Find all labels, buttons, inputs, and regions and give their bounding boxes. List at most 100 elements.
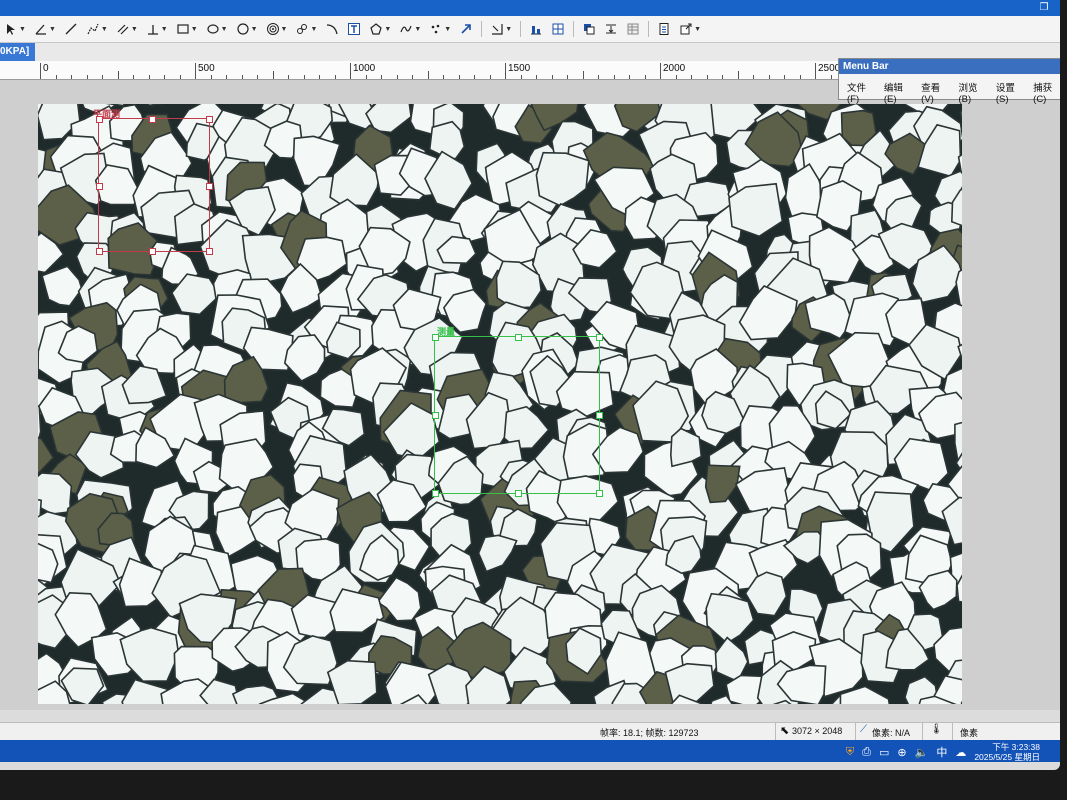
perpendicular-tool-button[interactable]: ▼ <box>144 20 170 38</box>
concentric-tool-button[interactable]: ▼ <box>264 20 290 38</box>
ruler-tick <box>691 75 692 79</box>
polygon-icon <box>370 23 383 35</box>
roi-handle[interactable] <box>432 490 439 497</box>
menu-browse[interactable]: 浏览(B) <box>959 80 988 105</box>
clock-date: 2025/5/25 星期日 <box>974 752 1040 762</box>
ruler-tick <box>458 75 460 79</box>
status-divider <box>775 723 776 741</box>
battery-icon[interactable]: ▭ <box>879 746 889 759</box>
ruler-tick <box>319 75 320 79</box>
calibration-icon <box>492 24 503 35</box>
floating-menu-bar[interactable]: Menu Bar 文件(F) 编辑(E) 查看(V) 浏览(B) 设置(S) 捕… <box>838 58 1060 105</box>
menu-bar-title[interactable]: Menu Bar <box>839 59 1060 74</box>
ruler-tick <box>505 63 506 79</box>
ruler-tick <box>40 63 41 79</box>
circle-icon <box>236 23 249 35</box>
pointer-tool-button[interactable]: ▼ <box>2 20 28 38</box>
ruler-label: 1000 <box>353 63 376 74</box>
polyline-tool-button[interactable]: ▼ <box>84 20 110 38</box>
roi-handle[interactable] <box>596 334 603 341</box>
table-button[interactable] <box>624 20 642 38</box>
roi-handle[interactable] <box>149 248 156 255</box>
speaker-icon[interactable]: 🔈 <box>915 746 929 759</box>
ruler-tick <box>644 75 646 79</box>
roi-handle[interactable] <box>432 412 439 419</box>
roi-handle[interactable] <box>149 116 156 123</box>
arrow-tool-button[interactable] <box>457 20 475 38</box>
roi-handle[interactable] <box>96 116 103 123</box>
menu-view[interactable]: 查看(V) <box>921 80 950 105</box>
ruler-tick <box>55 75 57 79</box>
roi-handle[interactable] <box>206 116 213 123</box>
roi-handle[interactable] <box>206 183 213 190</box>
restore-icon[interactable]: ❐ <box>1038 2 1050 13</box>
ruler-tick <box>303 75 305 79</box>
roi-handle[interactable] <box>515 334 522 341</box>
micrograph-image[interactable]: 平面测 测量 <box>38 104 962 704</box>
cloud-icon[interactable]: ☁ <box>955 746 966 759</box>
ruler-tick <box>536 75 537 79</box>
toolbar-separator <box>648 21 650 37</box>
roi-handle[interactable] <box>515 490 522 497</box>
perpendicular-icon <box>147 25 158 35</box>
roi-handle[interactable] <box>596 412 603 419</box>
line-tool-button[interactable] <box>62 20 80 38</box>
grid-icon <box>552 23 564 35</box>
export-button[interactable]: ▼ <box>677 20 703 38</box>
roi-handle[interactable] <box>96 248 103 255</box>
distribute-button[interactable] <box>602 20 620 38</box>
menu-settings[interactable]: 设置(S) <box>996 80 1025 105</box>
text-tool-button[interactable] <box>345 20 363 38</box>
ellipse-tool-button[interactable]: ▼ <box>204 20 230 38</box>
ime-indicator[interactable]: 中 <box>936 744 947 760</box>
align-bottom-button[interactable] <box>527 20 545 38</box>
grid-button[interactable] <box>549 20 567 38</box>
angle-tool-button[interactable]: ▼ <box>32 20 58 38</box>
ruler-tick <box>381 75 382 79</box>
ruler-tick <box>427 71 429 79</box>
document-tab[interactable]: 0KPA] <box>0 43 36 61</box>
arc-tool-button[interactable] <box>323 20 341 38</box>
circle-tool-button[interactable]: ▼ <box>234 20 260 38</box>
menu-edit[interactable]: 编辑(E) <box>884 80 913 105</box>
globe-icon[interactable]: ⊕ <box>897 746 906 759</box>
roi-handle[interactable] <box>432 334 439 341</box>
rectangle-tool-button[interactable]: ▼ <box>174 20 200 38</box>
menu-file[interactable]: 文件(F) <box>847 80 876 105</box>
roi-rectangle-red[interactable]: 平面测 <box>93 109 213 255</box>
ruler-tick <box>443 75 444 79</box>
ruler-tick <box>675 75 677 79</box>
ruler-tick <box>241 75 243 79</box>
ellipse-icon <box>207 24 219 34</box>
menu-capture[interactable]: 捕获(C) <box>1033 80 1060 105</box>
ruler-tick <box>489 75 491 79</box>
calibration-tool-button[interactable]: ▼ <box>488 20 514 38</box>
roi-handle[interactable] <box>596 490 603 497</box>
parallel-tool-button[interactable]: ▼ <box>114 20 140 38</box>
rectangle-icon <box>177 24 189 34</box>
pointer-icon <box>7 24 15 35</box>
report-button[interactable] <box>655 20 673 38</box>
ruler-tick <box>520 75 522 79</box>
ruler-tick <box>334 75 336 79</box>
clock[interactable]: 下午 3:23:38 2025/5/25 星期日 <box>974 742 1040 762</box>
polygon-tool-button[interactable]: ▼ <box>367 20 393 38</box>
ruler-tick <box>257 75 258 79</box>
link-tool-button[interactable]: ▼ <box>293 20 319 38</box>
roi-handle[interactable] <box>96 183 103 190</box>
cursor-icon: ⬉ <box>780 725 790 737</box>
roi-rectangle-green[interactable]: 测量 <box>432 327 603 497</box>
count-tool-button[interactable]: ▼ <box>427 20 453 38</box>
status-unit[interactable]: 像素 <box>960 726 978 739</box>
text-icon <box>348 23 361 35</box>
ruler-tick <box>551 75 553 79</box>
layer-button[interactable] <box>580 20 598 38</box>
usb-icon[interactable]: ⎙ <box>862 746 871 759</box>
ruler-tick <box>613 75 615 79</box>
shield-icon[interactable]: ⛨ <box>846 746 854 759</box>
status-resolution: 3072 × 2048 <box>792 726 843 736</box>
curve-tool-button[interactable]: ▼ <box>397 20 423 38</box>
roi-handle[interactable] <box>206 248 213 255</box>
ruler-tick <box>164 75 165 79</box>
ruler-tick <box>799 75 801 79</box>
